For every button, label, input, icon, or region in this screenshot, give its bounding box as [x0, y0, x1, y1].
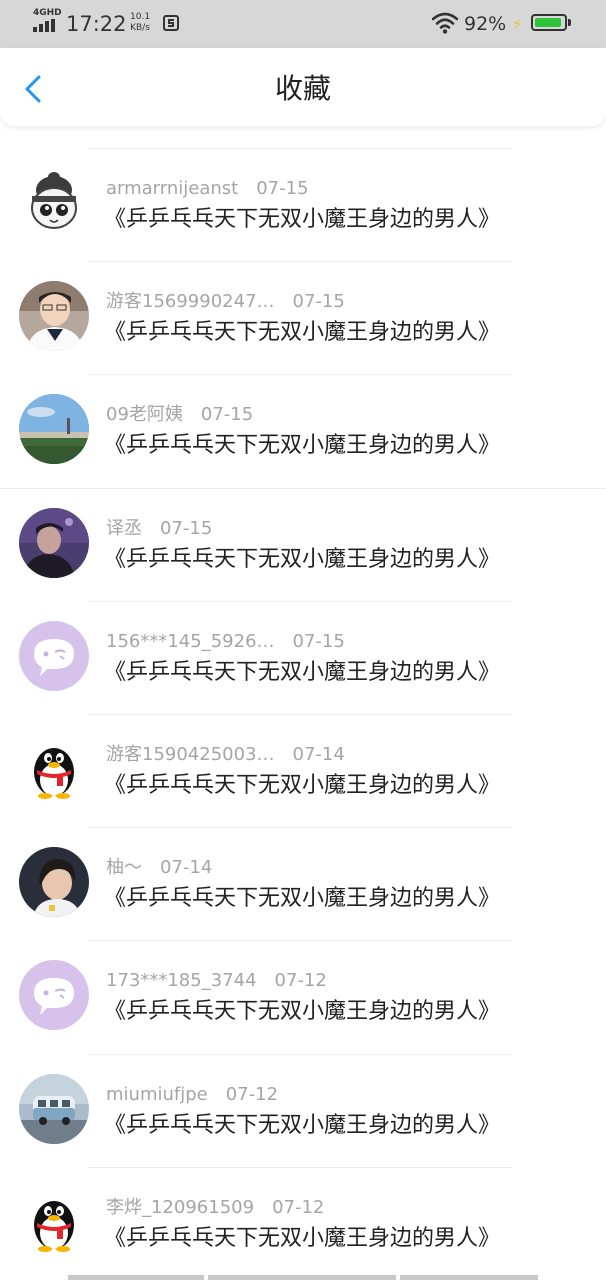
item-date: 07-14	[292, 743, 345, 765]
user-name: 173***185_3744	[106, 970, 257, 992]
item-title[interactable]: 《乒乒乓乓天下无双小魔王身边的男人》	[104, 997, 500, 1027]
signal-icon	[33, 19, 59, 32]
item-title[interactable]: 《乒乒乓乓天下无双小魔王身边的男人》	[104, 205, 500, 235]
favorites-list: armarrnijeanst 07-15 《乒乒乓乓天下无双小魔王身边的男人》 游客…	[0, 148, 606, 1280]
row-divider	[0, 487, 606, 489]
battery-icon	[531, 14, 567, 31]
item-meta: 游客1569990247… 07-15	[106, 291, 345, 313]
portrait-avatar[interactable]	[19, 847, 89, 918]
item-meta: 李烨_120961509 07-12	[106, 1197, 324, 1219]
landscape-avatar[interactable]	[19, 394, 89, 465]
item-date: 07-12	[225, 1083, 279, 1105]
page-title: 收藏	[274, 72, 331, 105]
row-divider	[88, 1053, 512, 1055]
item-date: 07-15	[200, 404, 254, 426]
battery-level	[535, 18, 561, 27]
item-date: 07-15	[292, 630, 345, 652]
list-item[interactable]: 游客1590425003… 07-14 《乒乒乓乓天下无双小魔王身边的男人》	[0, 713, 606, 827]
list-item[interactable]: 09老阿姨 07-15 《乒乒乓乓天下无双小魔王身边的男人》	[0, 374, 606, 487]
row-divider	[88, 713, 512, 715]
item-date: 07-12	[272, 1196, 325, 1218]
bottom-tab-segment	[68, 1275, 204, 1280]
user-name: 李烨_120961509	[106, 1196, 255, 1218]
student-photo-avatar[interactable]	[19, 281, 89, 352]
user-name: 游客1590425003…	[106, 743, 275, 765]
row-divider	[88, 261, 512, 263]
item-title[interactable]: 《乒乒乓乓天下无双小魔王身边的男人》	[104, 884, 500, 914]
network-speed: 10.1 KB/s	[130, 12, 150, 34]
item-date: 07-15	[292, 291, 345, 313]
status-bar: 4GHD 17:22 10.1 KB/s 92% ⚡	[0, 0, 606, 48]
list-item[interactable]: 柚～ 07-14 《乒乒乓乓天下无双小魔王身边的男人》	[0, 827, 606, 940]
item-title[interactable]: 《乒乒乓乓天下无双小魔王身边的男人》	[104, 431, 500, 461]
user-name: 156***145_5926…	[106, 630, 275, 652]
charging-icon: ⚡	[512, 15, 523, 33]
default-chat-avatar[interactable]	[19, 620, 89, 691]
list-item[interactable]: 173***185_3744 07-12 《乒乒乓乓天下无双小魔王身边的男人》	[0, 940, 606, 1053]
battery-tip	[568, 19, 571, 26]
item-date: 07-15	[160, 517, 213, 539]
bottom-tab-segment	[208, 1275, 396, 1280]
item-title[interactable]: 《乒乒乓乓天下无双小魔王身边的男人》	[104, 318, 500, 348]
item-meta: miumiufjpe 07-12	[106, 1084, 278, 1106]
cartoon-ninja-avatar[interactable]	[19, 168, 89, 238]
row-divider	[88, 374, 512, 376]
list-item[interactable]: 译丞 07-15 《乒乒乓乓天下无双小魔王身边的男人》	[0, 487, 606, 601]
default-chat-avatar[interactable]	[19, 960, 89, 1031]
item-date: 07-15	[256, 178, 309, 199]
clock: 17:22	[66, 12, 127, 36]
item-meta: 柚～ 07-14	[106, 857, 212, 879]
sim-toolkit-icon	[163, 15, 179, 31]
row-divider	[88, 827, 512, 829]
item-meta: armarrnijeanst 07-15	[106, 178, 309, 200]
battery-percent: 92%	[464, 13, 507, 35]
user-name: miumiufjpe	[106, 1083, 208, 1105]
network-speed-unit: KB/s	[130, 23, 150, 33]
row-divider	[88, 600, 512, 602]
item-meta: 游客1590425003… 07-14	[106, 744, 345, 766]
item-meta: 173***185_3744 07-12	[106, 970, 327, 992]
item-title[interactable]: 《乒乒乓乓天下无双小魔王身边的男人》	[104, 771, 500, 801]
list-item[interactable]: armarrnijeanst 07-15 《乒乒乓乓天下无双小魔王身边的男人》	[0, 148, 606, 261]
user-name: 柚～	[106, 857, 142, 879]
van-photo-avatar[interactable]	[19, 1073, 89, 1144]
nav-bar: 收藏	[0, 48, 606, 126]
bottom-tab-segment	[400, 1275, 538, 1280]
network-speed-value: 10.1	[130, 12, 151, 22]
wifi-icon	[432, 12, 458, 34]
night-portrait-avatar[interactable]	[19, 507, 89, 578]
network-type: 4GHD	[33, 8, 62, 18]
list-item[interactable]: miumiufjpe 07-12 《乒乒乓乓天下无双小魔王身边的男人》	[0, 1053, 606, 1167]
item-title[interactable]: 《乒乒乓乓天下无双小魔王身边的男人》	[104, 1111, 500, 1141]
item-title[interactable]: 《乒乒乓乓天下无双小魔王身边的男人》	[104, 1224, 500, 1254]
user-name: 译丞	[106, 517, 142, 539]
item-meta: 09老阿姨 07-15	[106, 404, 253, 426]
item-date: 07-12	[274, 970, 327, 992]
item-meta: 译丞 07-15	[106, 518, 212, 540]
row-divider	[88, 148, 512, 149]
qq-penguin-avatar[interactable]	[19, 733, 89, 804]
item-title[interactable]: 《乒乒乓乓天下无双小魔王身边的男人》	[104, 658, 500, 688]
user-name: 09老阿姨	[106, 404, 183, 426]
item-meta: 156***145_5926… 07-15	[106, 631, 345, 653]
item-date: 07-14	[160, 857, 213, 879]
qq-penguin-avatar[interactable]	[19, 1186, 89, 1257]
list-item[interactable]: 游客1569990247… 07-15 《乒乒乓乓天下无双小魔王身边的男人》	[0, 261, 606, 374]
list-item[interactable]: 李烨_120961509 07-12 《乒乒乓乓天下无双小魔王身边的男人》	[0, 1166, 606, 1280]
user-name: armarrnijeanst	[106, 178, 239, 199]
user-name: 游客1569990247…	[106, 291, 275, 313]
row-divider	[88, 940, 512, 942]
list-item[interactable]: 156***145_5926… 07-15 《乒乒乓乓天下无双小魔王身边的男人》	[0, 600, 606, 714]
row-divider	[88, 1166, 512, 1168]
item-title[interactable]: 《乒乒乓乓天下无双小魔王身边的男人》	[104, 545, 500, 575]
